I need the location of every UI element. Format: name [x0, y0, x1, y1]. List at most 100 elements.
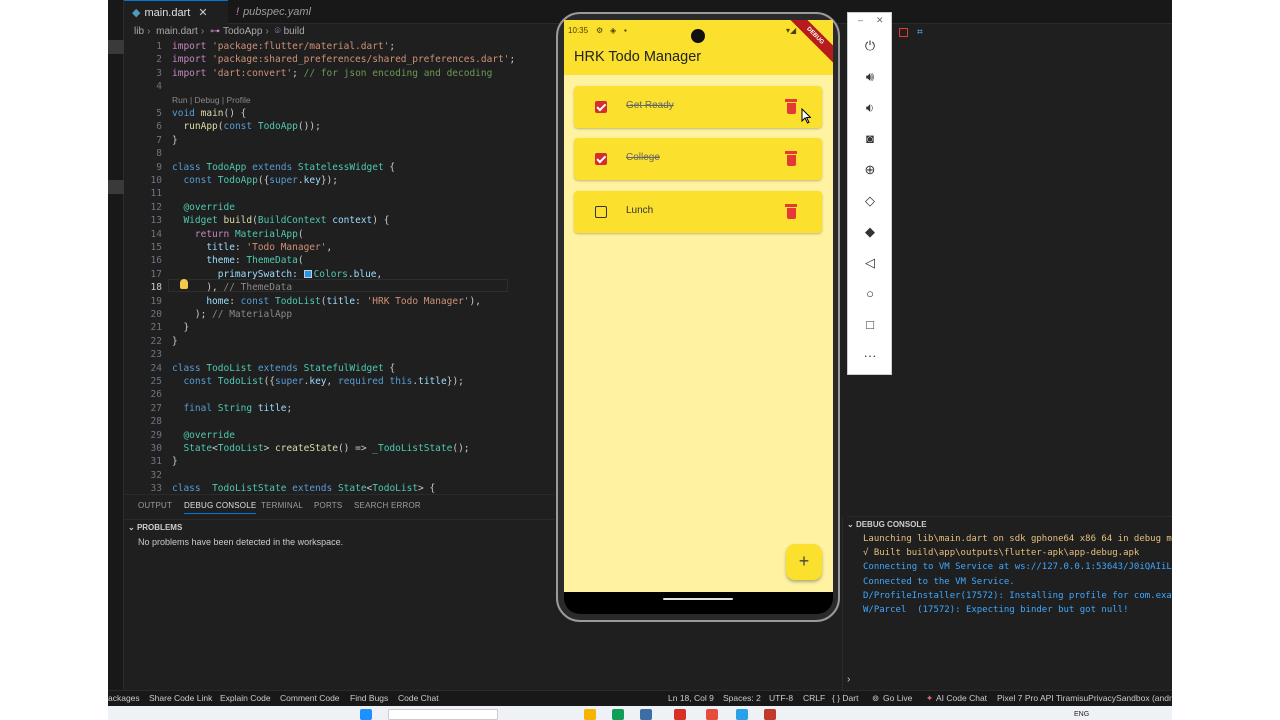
status-item[interactable]: ackages	[108, 691, 140, 705]
close-icon[interactable]: ✕	[198, 7, 207, 19]
language-indicator[interactable]: ENG	[1074, 711, 1089, 718]
app-icon[interactable]	[674, 709, 686, 720]
code-line[interactable]: }	[172, 135, 178, 146]
ai-code-chat[interactable]: AI Code Chat	[936, 691, 987, 705]
more-icon[interactable]: ···	[862, 349, 878, 363]
rotate-left-icon[interactable]: ◇	[862, 194, 878, 208]
screenshot-icon[interactable]: ⌗	[917, 27, 923, 38]
activity-item[interactable]	[108, 180, 124, 194]
status-item[interactable]: Share Code Link	[149, 691, 212, 705]
code-line[interactable]: return MaterialApp(	[172, 229, 304, 240]
checkbox[interactable]	[595, 153, 607, 165]
windows-start-icon[interactable]	[360, 709, 372, 720]
close-icon[interactable]: ✕	[876, 15, 884, 26]
edge-icon[interactable]	[612, 709, 624, 720]
volume-up-icon[interactable]: 🔊︎	[862, 70, 878, 84]
panel-tab-ports[interactable]: PORTS	[314, 501, 342, 510]
delete-icon[interactable]	[785, 99, 797, 114]
breadcrumb-item[interactable]: TodoApp	[223, 26, 262, 37]
code-line[interactable]: import 'dart:convert'; // for json encod…	[172, 68, 492, 79]
activity-item[interactable]	[108, 40, 124, 54]
vscode-taskbar-icon[interactable]	[736, 709, 748, 720]
code-line[interactable]: }	[172, 322, 189, 333]
lightbulb-icon[interactable]	[180, 279, 188, 289]
line-number: 16	[150, 255, 162, 267]
code-line[interactable]: @override	[172, 202, 234, 213]
camera-icon[interactable]: ◙	[862, 132, 878, 146]
volume-down-icon[interactable]: 🔉︎	[862, 101, 878, 115]
tab-main-dart[interactable]: ◆ main.dart ✕	[124, 0, 228, 24]
home-icon[interactable]: ○	[862, 287, 878, 301]
checkbox[interactable]	[595, 206, 607, 218]
folder-icon[interactable]	[584, 709, 596, 720]
chevron-right-icon[interactable]: ›	[847, 674, 850, 685]
delete-icon[interactable]	[785, 151, 797, 166]
code-line[interactable]: Run | Debug | Profile	[172, 95, 251, 106]
code-line[interactable]: }	[172, 336, 178, 347]
code-line[interactable]: runApp(const TodoApp());	[172, 121, 320, 132]
line-number: 29	[150, 429, 162, 441]
status-item[interactable]: Code Chat	[398, 691, 439, 705]
search-box[interactable]	[388, 709, 498, 720]
code-line[interactable]: final String title;	[172, 403, 292, 414]
breadcrumb-item[interactable]: build	[284, 26, 305, 37]
problems-section-header[interactable]: ⌄ PROBLEMS	[124, 519, 554, 535]
language-mode[interactable]: { } Dart	[832, 691, 858, 705]
panel-tab-debug-console[interactable]: DEBUG CONSOLE	[184, 501, 257, 514]
code-line[interactable]: class TodoList extends StatefulWidget {	[172, 363, 395, 374]
code-line[interactable]: ); // MaterialApp	[172, 309, 292, 320]
breadcrumb-item[interactable]: lib	[134, 26, 144, 37]
code-line[interactable]: void main() {	[172, 108, 246, 119]
code-line[interactable]: @override	[172, 430, 234, 441]
app-icon[interactable]	[640, 709, 652, 720]
debug-console-header[interactable]: ⌄ DEBUG CONSOLE	[847, 516, 1172, 532]
zoom-icon[interactable]: ⊕	[862, 163, 878, 177]
status-item[interactable]: Explain Code	[220, 691, 271, 705]
code-line[interactable]: class TodoApp extends StatelessWidget {	[172, 162, 395, 173]
app-icon[interactable]	[764, 709, 776, 720]
code-line[interactable]: Widget build(BuildContext context) {	[172, 215, 389, 226]
code-line[interactable]: title: 'Todo Manager',	[172, 242, 332, 253]
gesture-handle[interactable]	[663, 598, 733, 600]
panel-tab-search-error[interactable]: SEARCH ERROR	[354, 501, 421, 510]
indentation[interactable]: Spaces: 2	[723, 691, 761, 705]
breadcrumb-item[interactable]: main.dart	[156, 26, 198, 37]
todo-item[interactable]: Get Ready	[574, 86, 822, 128]
code-line[interactable]: primarySwatch: Colors.blue,	[172, 269, 383, 280]
app-icon[interactable]	[706, 709, 718, 720]
code-line[interactable]: ), // ThemeData	[172, 282, 292, 293]
status-item[interactable]: Comment Code	[280, 691, 340, 705]
code-line[interactable]: const TodoApp({super.key});	[172, 175, 338, 186]
line-number: 3	[156, 67, 162, 79]
panel-tab-terminal[interactable]: TERMINAL	[261, 501, 303, 510]
tab-pubspec[interactable]: ! pubspec.yaml	[228, 0, 328, 24]
code-line[interactable]: home: const TodoList(title: 'HRK Todo Ma…	[172, 296, 481, 307]
status-item[interactable]: Find Bugs	[350, 691, 388, 705]
line-ending[interactable]: CRLF	[803, 691, 825, 705]
code-line[interactable]: theme: ThemeData(	[172, 255, 303, 266]
code-editor[interactable]: 1 import 'package:flutter/material.dart';…	[124, 40, 554, 494]
code-line[interactable]: import 'package:shared_preferences/share…	[172, 54, 515, 65]
encoding[interactable]: UTF-8	[769, 691, 793, 705]
code-line[interactable]: State<TodoList> createState() => _TodoLi…	[172, 443, 469, 454]
back-icon[interactable]: ◁	[862, 256, 878, 270]
minimize-icon[interactable]: –	[858, 15, 863, 25]
code-line[interactable]: const TodoList({super.key, required this…	[172, 376, 463, 387]
code-line[interactable]: import 'package:flutter/material.dart';	[172, 41, 395, 52]
record-icon[interactable]	[899, 28, 908, 37]
delete-icon[interactable]	[785, 204, 797, 219]
line-number: 9	[156, 161, 162, 173]
checkbox[interactable]	[595, 101, 607, 113]
device-selector[interactable]: Pixel 7 Pro API TiramisuPrivacySandbox (…	[997, 691, 1172, 705]
power-icon[interactable]: ⏻	[862, 39, 878, 53]
rotate-right-icon[interactable]: ◆	[862, 225, 878, 239]
cursor-position[interactable]: Ln 18, Col 9	[668, 691, 714, 705]
add-todo-button[interactable]: +	[786, 544, 822, 580]
go-live[interactable]: Go Live	[883, 691, 912, 705]
todo-item[interactable]: Lunch	[574, 191, 822, 233]
todo-item[interactable]: College	[574, 138, 822, 180]
overview-icon[interactable]: □	[862, 318, 878, 332]
code-line[interactable]: }	[172, 456, 178, 467]
code-line[interactable]: class TodoListState extends State<TodoLi…	[172, 483, 435, 494]
panel-tab-output[interactable]: OUTPUT	[138, 501, 172, 510]
